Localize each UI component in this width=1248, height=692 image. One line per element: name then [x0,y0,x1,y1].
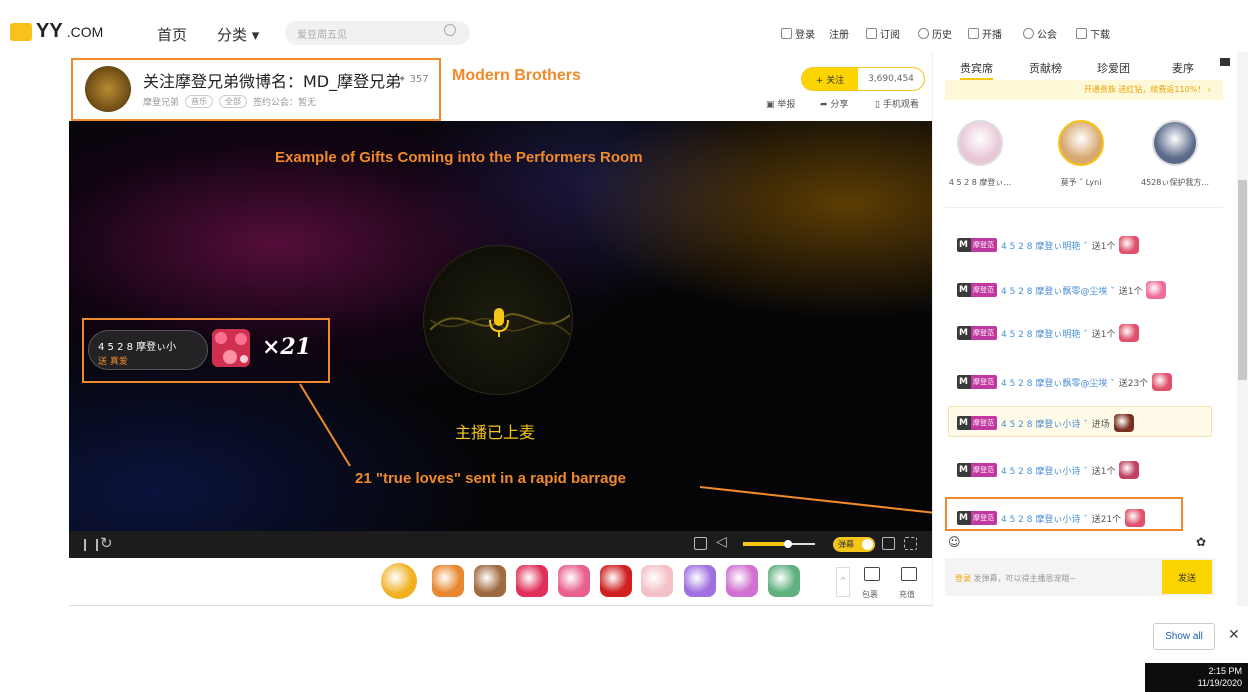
chat-highlight [945,497,1183,531]
gift-item-icon[interactable] [381,563,417,599]
recharge-icon[interactable] [901,567,917,581]
send-button[interactable]: 发送 [1162,560,1212,594]
chat-username[interactable]: 4 5 2 8 摩登ぃ飘零@尘埃 ˇ [1001,284,1115,297]
chat-placeholder-text: 发弹幕，可以得主播恩宠哦~ [973,574,1077,583]
chat-message: 摩登范 4 5 2 8 摩登ぃ明艳 ˇ送1个 [957,324,1140,342]
gift-icon [1146,281,1167,299]
chat-username[interactable]: 4 5 2 8 摩登ぃ明艳 ˇ [1001,239,1088,252]
fan-badge: 摩登范 [957,375,997,389]
chat-message: 摩登范 4 5 2 8 摩登ぃ小诗 ˇ进场 [957,414,1134,432]
vip-promo-bar[interactable]: 开通贵族 送红钻，续费返110%！ › [945,80,1223,100]
tab-vip-label: 贵宾席 [960,62,993,80]
chat-username[interactable]: 4 5 2 8 摩登ぃ明艳 ˇ [1001,327,1088,340]
taskbar-clock[interactable]: 2:15 PM 11/19/2020 [1145,663,1248,692]
danmu-label: 弹幕 [838,540,854,549]
gift-item-icon[interactable] [558,565,590,597]
chevron-up-icon[interactable]: ^ [836,567,850,597]
fan-badge: 摩登范 [957,238,997,252]
fan-badge: 摩登范 [957,326,997,340]
edit-icon[interactable] [694,537,707,550]
fan-badge: 摩登范 [957,463,997,477]
chat-action: 送1个 [1118,286,1143,297]
show-all-button[interactable]: Show all [1153,623,1215,650]
gift-icon [1119,236,1140,254]
vip-avatar[interactable] [1152,120,1198,166]
gift-item-icon[interactable] [641,565,673,597]
gift-icon [1119,324,1140,342]
divider [945,207,1223,208]
tab-vip[interactable]: 贵宾席 [960,60,993,80]
vip-name: 4 5 2 8 摩登ぃ... [948,178,1012,187]
gift-item-icon[interactable] [684,565,716,597]
puzzle-icon[interactable]: ✿ [1196,535,1206,549]
chat-action: 送1个 [1091,241,1116,252]
refresh-icon[interactable]: ↻ [100,534,113,552]
gift-icon [1152,373,1173,391]
vip-name: 4528ぃ保护我方... [1141,178,1209,187]
close-icon[interactable]: ✕ [1228,627,1240,643]
toggle-knob [862,539,873,550]
bag-icon[interactable] [864,567,880,581]
chat-message: 摩登范 4 5 2 8 摩登ぃ明艳 ˇ送1个 [957,236,1140,254]
panel-menu-icon[interactable] [1220,58,1230,66]
recharge-label: 充值 [899,590,915,599]
fullscreen-icon[interactable] [904,537,917,550]
gift-item-icon[interactable] [726,565,758,597]
chat-action: 送23个 [1118,378,1149,389]
gift-icon [1113,414,1134,432]
vip-avatar[interactable] [1058,120,1104,166]
clock-time: 2:15 PM [1208,666,1242,676]
clock-date: 11/19/2020 [1197,678,1242,688]
fan-badge: 摩登范 [957,416,997,430]
chat-action: 送1个 [1091,329,1116,340]
theater-mode-icon[interactable] [882,537,895,550]
scrollbar-thumb[interactable] [1238,180,1247,380]
gift-item-icon[interactable] [768,565,800,597]
chat-username[interactable]: 4 5 2 8 摩登ぃ小诗 ˇ [1001,417,1088,430]
gift-item-icon[interactable] [474,565,506,597]
login-prompt[interactable]: 登录 [955,574,971,583]
chat-action: 送1个 [1091,466,1116,477]
chat-message: 摩登范 4 5 2 8 摩登ぃ飘零@尘埃 ˇ送1个 [957,281,1167,299]
volume-handle[interactable] [783,540,792,548]
gift-item-icon[interactable] [516,565,548,597]
tab-fanclub[interactable]: 珍爱团 [1097,60,1130,76]
bag-label: 包裹 [862,590,878,599]
chat-username[interactable]: 4 5 2 8 摩登ぃ小诗 ˇ [1001,464,1088,477]
vip-avatar[interactable] [957,120,1003,166]
vip-name: 莫予 ˇ Lyni [1060,178,1102,187]
gift-item-icon[interactable] [432,565,464,597]
chat-input-placeholder: 登录 发弹幕，可以得主播恩宠哦~ [955,573,1076,584]
chat-message: 摩登范 4 5 2 8 摩登ぃ飘零@尘埃 ˇ送23个 [957,373,1173,391]
gift-item-icon[interactable] [600,565,632,597]
chat-username[interactable]: 4 5 2 8 摩登ぃ飘零@尘埃 ˇ [1001,376,1115,389]
tab-mic-order[interactable]: 麦序 [1172,60,1194,76]
fan-badge: 摩登范 [957,283,997,297]
chat-action: 进场 [1091,419,1110,430]
volume-fill [743,542,788,546]
danmu-toggle[interactable]: 弹幕 [833,537,875,552]
gift-icon [1119,461,1140,479]
tab-contribution[interactable]: 贡献榜 [1029,60,1062,76]
chat-message: 摩登范 4 5 2 8 摩登ぃ小诗 ˇ送1个 [957,461,1140,479]
emoji-icon[interactable]: ☺ [948,535,961,549]
volume-icon[interactable]: ◁ [716,534,727,550]
